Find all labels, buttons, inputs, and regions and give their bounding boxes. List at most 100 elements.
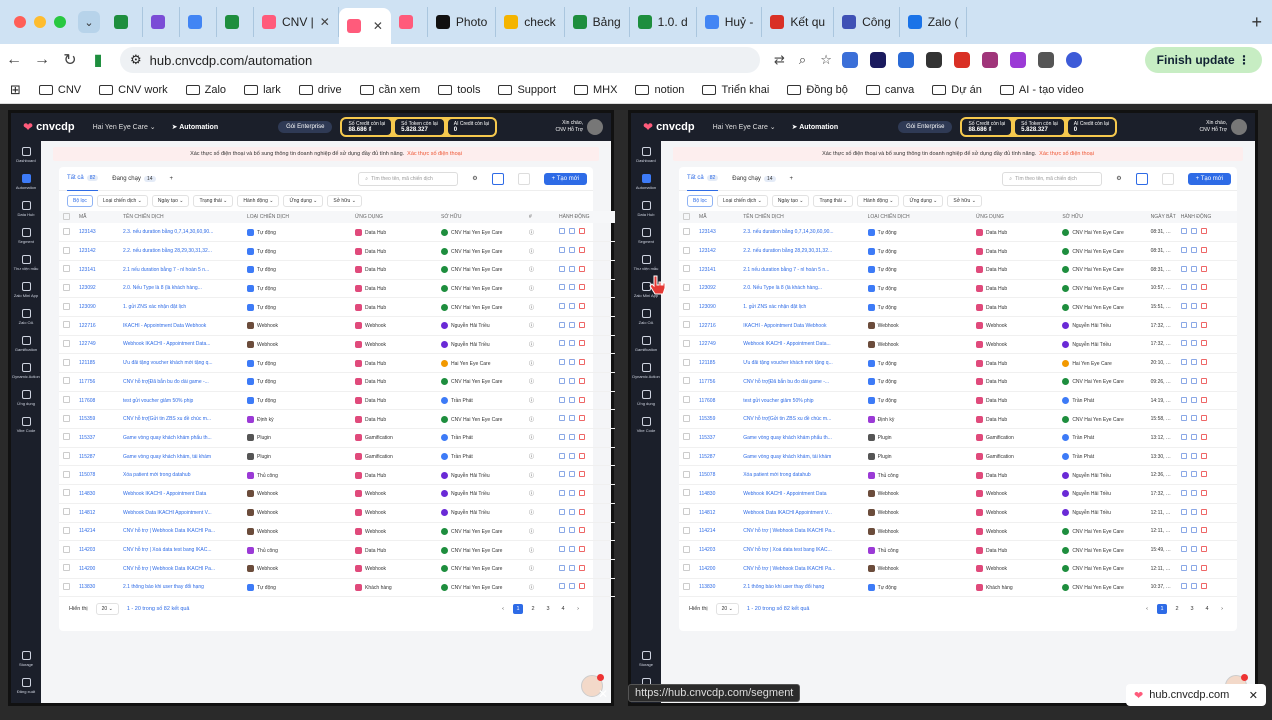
row-checkbox[interactable] xyxy=(683,396,690,404)
profile-avatar[interactable] xyxy=(1065,52,1082,68)
lock-icon[interactable] xyxy=(1190,340,1197,347)
translate-icon[interactable]: ⇄ xyxy=(774,52,785,68)
delete-icon[interactable] xyxy=(579,321,585,328)
lock-icon[interactable] xyxy=(1190,359,1197,366)
plan-badge[interactable]: Gói Enterprise xyxy=(278,121,333,133)
row-checkbox[interactable] xyxy=(63,414,70,422)
settings-icon[interactable]: ⚙ xyxy=(472,175,477,182)
column-header[interactable]: LOẠI CHIẾN DỊCH xyxy=(863,211,973,223)
campaign-name[interactable]: CNV hỗ trợ | Webhook Data IKACHI Pa... xyxy=(119,522,243,542)
table-row[interactable]: 115078 Xóa patient mới trong datahub Thủ c… xyxy=(59,465,615,486)
copy-icon[interactable] xyxy=(1180,433,1187,440)
bookmark-folder[interactable]: MHX xyxy=(574,84,617,96)
row-checkbox[interactable] xyxy=(683,339,690,347)
zoom-icon[interactable]: ⌕ xyxy=(799,52,806,68)
campaign-name[interactable]: IKACHI - Appointment Data Webhook xyxy=(739,316,864,336)
search-input[interactable]: ⌕ Tìm theo tên, mã chiến dịch xyxy=(1002,171,1103,186)
row-checkbox[interactable] xyxy=(683,321,690,329)
sidebar-item[interactable]: Dynamic Action xyxy=(631,357,661,384)
campaign-id[interactable]: 115078 xyxy=(695,465,740,486)
campaign-name[interactable]: 1. gửi ZNS xác nhận đặt lịch xyxy=(739,297,864,317)
table-row[interactable]: 121185 Ưu đãi tặng voucher khách mới tặng… xyxy=(679,353,1237,373)
browser-tab[interactable] xyxy=(217,7,254,37)
campaign-id[interactable]: 115287 xyxy=(75,447,119,467)
campaign-id[interactable]: 113830 xyxy=(695,578,740,598)
row-checkbox[interactable] xyxy=(683,526,690,534)
lock-icon[interactable] xyxy=(569,583,575,590)
row-checkbox[interactable] xyxy=(63,452,70,460)
copy-icon[interactable] xyxy=(1180,471,1187,478)
browser-tab[interactable] xyxy=(391,7,428,37)
select-all-checkbox[interactable] xyxy=(63,212,70,220)
sidebar-item[interactable]: Automation xyxy=(631,168,661,195)
campaign-name[interactable]: 1. gửi ZNS xác nhận đặt lịch xyxy=(119,297,243,317)
campaign-id[interactable]: 114203 xyxy=(75,540,119,560)
column-header[interactable]: ỨNG DỤNG xyxy=(972,211,1059,223)
table-row[interactable]: 115287 Game vòng quay khách khám, tái khá… xyxy=(679,447,1237,467)
row-checkbox[interactable] xyxy=(683,246,690,254)
verify-phone-link[interactable]: Xác thực số điện thoại xyxy=(407,151,462,157)
campaign-name[interactable]: 2.3. nếu duration bằng 0,7,14,30,60,90..… xyxy=(739,223,864,243)
pin-extension-icon[interactable] xyxy=(953,52,970,68)
campaign-id[interactable]: 123141 xyxy=(75,260,119,280)
campaign-name[interactable]: Game vòng quay khách khám, tái khám xyxy=(119,447,243,467)
browser-tab[interactable]: Zalo ( xyxy=(900,7,968,37)
delete-icon[interactable] xyxy=(579,265,585,272)
tab-all[interactable]: Tất cả 82 xyxy=(687,167,719,191)
table-row[interactable]: 114830 Webhook IKACHI - Appointment Data W… xyxy=(59,484,615,504)
delete-icon[interactable] xyxy=(579,433,585,440)
back-button[interactable]: ← xyxy=(0,51,28,69)
lock-icon[interactable] xyxy=(569,452,575,459)
sidebar-item[interactable]: Zalo OA xyxy=(11,303,41,330)
select-all-checkbox[interactable] xyxy=(683,212,690,220)
lock-icon[interactable] xyxy=(1190,396,1197,403)
copy-icon[interactable] xyxy=(1180,546,1187,553)
delete-icon[interactable] xyxy=(579,583,585,590)
sidebar-item[interactable]: Ứng dụng xyxy=(631,384,661,411)
sidebar-item[interactable]: Dashboard xyxy=(11,141,41,168)
lock-icon[interactable] xyxy=(1190,415,1197,422)
table-row[interactable]: 115337 Game vòng quay khách khám phẩu th.… xyxy=(59,428,615,448)
column-header[interactable]: LOẠI CHIẾN DỊCH xyxy=(243,211,351,223)
delete-icon[interactable] xyxy=(1200,303,1207,310)
lock-icon[interactable] xyxy=(569,284,575,291)
bookmark-folder[interactable]: tools xyxy=(438,84,480,96)
list-view-button[interactable] xyxy=(491,172,504,185)
row-checkbox[interactable] xyxy=(63,582,70,590)
prev-page-icon[interactable]: ‹ xyxy=(1142,604,1152,614)
lock-icon[interactable] xyxy=(569,433,575,440)
campaign-name[interactable]: CNV hỗ trợ | Xoá data test bang IKAC... xyxy=(119,540,243,560)
site-info-icon[interactable]: ⚙ xyxy=(130,52,142,68)
campaign-name[interactable]: CNV hỗ trợ | Xoá data test bang IKAC... xyxy=(739,540,864,560)
sidebar-item[interactable]: Thư viện mẫu xyxy=(631,249,661,276)
campaign-name[interactable]: Xóa patient mới trong datahub xyxy=(739,465,864,486)
browser-tab[interactable] xyxy=(143,7,180,37)
row-checkbox[interactable] xyxy=(63,358,70,366)
copy-icon[interactable] xyxy=(559,377,565,384)
filter-chip[interactable]: Hành động ⌄ xyxy=(237,195,280,207)
lock-icon[interactable] xyxy=(569,303,575,310)
copy-icon[interactable] xyxy=(559,583,565,590)
new-tab-button[interactable]: + xyxy=(1241,12,1272,33)
filter-chip[interactable]: Ứng dụng ⌄ xyxy=(903,195,944,207)
campaign-id[interactable]: 114830 xyxy=(695,484,740,504)
lock-icon[interactable] xyxy=(569,489,575,496)
campaign-id[interactable]: 113830 xyxy=(75,578,119,598)
delete-icon[interactable] xyxy=(579,527,585,534)
filter-chip[interactable]: Hành động ⌄ xyxy=(857,195,900,207)
create-button[interactable]: + Tạo mới xyxy=(543,172,587,185)
table-row[interactable]: 123143 2.3. nếu duration bằng 0,7,14,30,6… xyxy=(59,223,615,243)
popup-close-icon[interactable]: ✕ xyxy=(1249,689,1258,702)
sidebar-item[interactable]: Automation xyxy=(11,168,41,195)
delete-icon[interactable] xyxy=(1200,471,1207,478)
table-row[interactable]: 117608 test gửi voucher giảm 50% phịp Tự đ… xyxy=(679,391,1237,411)
delete-icon[interactable] xyxy=(1200,415,1207,422)
campaign-id[interactable]: 115078 xyxy=(75,465,119,486)
maximize-window-button[interactable] xyxy=(54,16,66,28)
copy-icon[interactable] xyxy=(1180,489,1187,496)
delete-icon[interactable] xyxy=(579,415,585,422)
delete-icon[interactable] xyxy=(579,359,585,366)
copy-icon[interactable] xyxy=(559,265,565,272)
copy-icon[interactable] xyxy=(559,396,565,403)
filter-chip[interactable]: Ngày tạo ⌄ xyxy=(151,195,190,207)
